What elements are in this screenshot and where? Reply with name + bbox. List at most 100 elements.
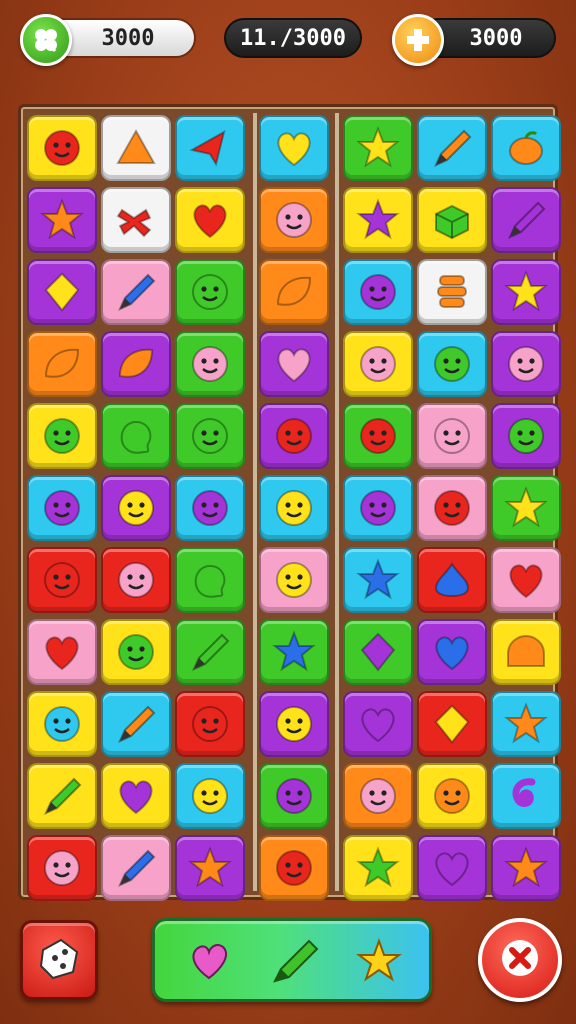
game-tile[interactable] (417, 547, 487, 613)
game-tile[interactable] (417, 619, 487, 685)
game-tile[interactable] (417, 187, 487, 253)
game-tile[interactable] (175, 835, 245, 901)
game-tile[interactable] (175, 331, 245, 397)
game-tile[interactable] (491, 619, 561, 685)
face-icon (192, 418, 228, 454)
game-tile[interactable] (417, 475, 487, 541)
game-tile[interactable] (417, 763, 487, 829)
plus-icon[interactable] (392, 14, 444, 66)
game-tile[interactable] (343, 619, 413, 685)
game-tile[interactable] (491, 691, 561, 757)
game-tile[interactable] (259, 763, 329, 829)
game-tile[interactable] (491, 763, 561, 829)
game-tile[interactable] (101, 331, 171, 397)
game-tile[interactable] (491, 259, 561, 325)
game-tile[interactable] (259, 547, 329, 613)
game-tile[interactable] (343, 331, 413, 397)
game-tile[interactable] (491, 115, 561, 181)
game-tile[interactable] (27, 619, 97, 685)
game-tile[interactable] (417, 691, 487, 757)
bone-icon (116, 208, 152, 238)
game-tile[interactable] (101, 619, 171, 685)
game-tile[interactable] (491, 835, 561, 901)
game-tile[interactable] (175, 259, 245, 325)
game-tile[interactable] (491, 547, 561, 613)
game-tile[interactable] (101, 547, 171, 613)
game-tile[interactable] (175, 547, 245, 613)
face-icon (434, 418, 470, 454)
game-tile[interactable] (417, 331, 487, 397)
game-tile[interactable] (175, 115, 245, 181)
game-tile[interactable] (259, 835, 329, 901)
pencil-icon (273, 939, 319, 983)
game-tile[interactable] (343, 763, 413, 829)
right-counter-value: 3000 (469, 25, 523, 51)
game-tile[interactable] (27, 763, 97, 829)
game-tile[interactable] (101, 691, 171, 757)
game-tile[interactable] (101, 259, 171, 325)
pencil-icon (117, 849, 156, 888)
game-tile[interactable] (175, 403, 245, 469)
game-tile[interactable] (491, 403, 561, 469)
game-tile[interactable] (343, 403, 413, 469)
game-tile[interactable] (417, 403, 487, 469)
face-icon (44, 562, 80, 598)
game-tile[interactable] (27, 331, 97, 397)
game-tile[interactable] (101, 115, 171, 181)
game-tile[interactable] (101, 403, 171, 469)
tray-slot[interactable] (351, 933, 407, 989)
pencil-icon (117, 705, 156, 744)
game-tile[interactable] (259, 403, 329, 469)
game-tile[interactable] (417, 115, 487, 181)
swirl-icon (512, 778, 536, 807)
leaf-icon (44, 348, 80, 378)
game-tile[interactable] (175, 691, 245, 757)
game-tile[interactable] (27, 835, 97, 901)
close-button[interactable] (478, 918, 562, 1002)
stack-icon (437, 275, 467, 308)
game-tile[interactable] (27, 259, 97, 325)
game-tile[interactable] (101, 475, 171, 541)
shuffle-button[interactable] (20, 920, 98, 1000)
game-tile[interactable] (343, 835, 413, 901)
game-tile[interactable] (27, 475, 97, 541)
game-tile[interactable] (491, 475, 561, 541)
game-tile[interactable] (417, 259, 487, 325)
tray-slot[interactable] (181, 933, 237, 989)
game-tile[interactable] (27, 187, 97, 253)
game-tile[interactable] (27, 691, 97, 757)
game-tile[interactable] (27, 115, 97, 181)
game-tile[interactable] (259, 115, 329, 181)
game-tile[interactable] (343, 691, 413, 757)
game-tile[interactable] (343, 475, 413, 541)
game-tile[interactable] (343, 259, 413, 325)
game-tile[interactable] (101, 835, 171, 901)
game-tile[interactable] (259, 187, 329, 253)
game-tile[interactable] (259, 619, 329, 685)
game-tile[interactable] (175, 619, 245, 685)
face-icon (276, 562, 312, 598)
game-tile[interactable] (27, 547, 97, 613)
game-tile[interactable] (491, 331, 561, 397)
game-tile[interactable] (491, 187, 561, 253)
game-tile[interactable] (101, 763, 171, 829)
game-tile[interactable] (343, 187, 413, 253)
clover-icon[interactable] (20, 14, 72, 66)
star-icon (504, 486, 548, 528)
game-tile[interactable] (175, 763, 245, 829)
game-tile[interactable] (259, 691, 329, 757)
tray-slot[interactable] (267, 933, 323, 989)
game-tile[interactable] (175, 187, 245, 253)
game-tile[interactable] (27, 403, 97, 469)
game-tile[interactable] (259, 259, 329, 325)
diamond-icon (434, 704, 470, 744)
game-tile[interactable] (343, 547, 413, 613)
face-icon (276, 490, 312, 526)
game-tile[interactable] (101, 187, 171, 253)
game-tile[interactable] (259, 331, 329, 397)
game-tile[interactable] (417, 835, 487, 901)
game-tile[interactable] (175, 475, 245, 541)
game-tile[interactable] (259, 475, 329, 541)
face-icon (192, 490, 228, 526)
game-tile[interactable] (343, 115, 413, 181)
